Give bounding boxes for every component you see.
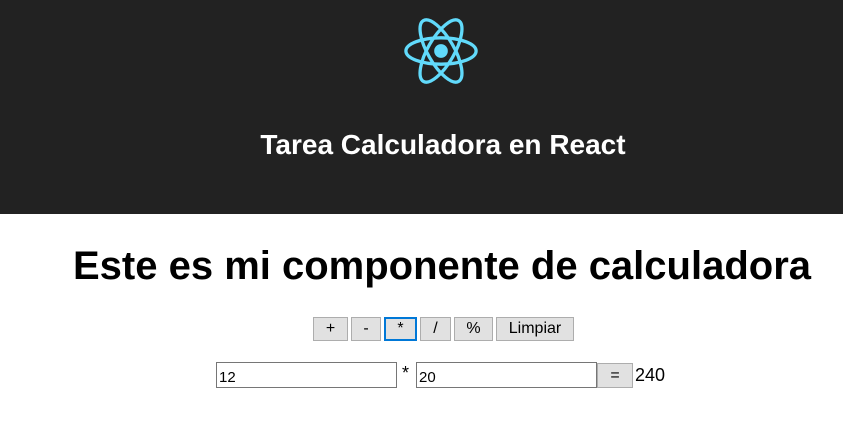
calculator-heading: Este es mi componente de calculadora — [72, 244, 812, 288]
clear-button[interactable]: Limpiar — [496, 317, 574, 341]
multiply-button[interactable]: * — [384, 317, 417, 341]
operand-b-input[interactable] — [416, 362, 597, 388]
app-title: Tarea Calculadora en React — [260, 129, 626, 160]
operand-a-input[interactable] — [216, 362, 397, 388]
app-header: Tarea Calculadora en React — [0, 0, 843, 214]
react-atom-icon — [404, 18, 478, 84]
operation-buttons: + - * / % Limpiar — [313, 317, 574, 341]
modulo-button[interactable]: % — [454, 317, 493, 341]
equals-button[interactable]: = — [597, 363, 633, 388]
divide-button[interactable]: / — [420, 317, 451, 341]
result-value: 240 — [635, 365, 666, 385]
add-button[interactable]: + — [313, 317, 348, 341]
subtract-button[interactable]: - — [351, 317, 381, 341]
operator-symbol: * — [402, 363, 410, 383]
